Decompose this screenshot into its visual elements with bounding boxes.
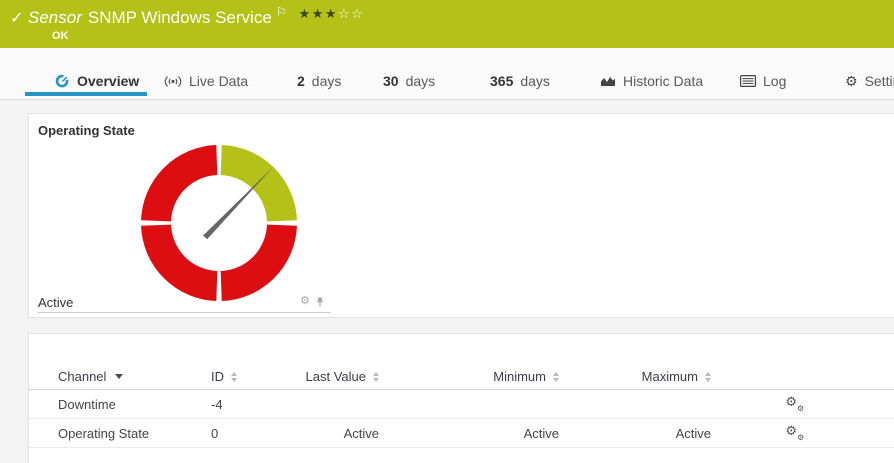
cell-id: -4	[211, 397, 274, 412]
operating-state-gauge	[139, 143, 299, 303]
status-check-icon: ✓	[10, 8, 23, 28]
gauge-icon	[55, 74, 70, 89]
tab-overview[interactable]: Overview	[55, 72, 139, 90]
stars-empty: ☆☆	[338, 6, 364, 21]
column-header-last-value-label: Last Value	[306, 369, 366, 384]
tab-overview-label: Overview	[77, 73, 139, 89]
cell-id: 0	[211, 426, 274, 441]
object-kind-label: Sensor	[28, 8, 82, 28]
tab-settings[interactable]: ⚙ Settings	[845, 72, 894, 90]
gauge-divider	[38, 312, 331, 313]
sensor-header: ✓ Sensor SNMP Windows Service ⚐ ★★★☆☆ OK	[0, 0, 894, 48]
active-tab-underline	[25, 92, 147, 96]
gauge-settings-icon[interactable]: ⚙	[300, 296, 310, 307]
tab-live-data-label: Live Data	[189, 73, 248, 89]
table-row-downtime[interactable]: Downtime -4 ⚙ ⚙	[29, 390, 894, 419]
tab-365-days-number: 365	[490, 73, 513, 89]
column-header-maximum[interactable]: Maximum	[559, 369, 711, 384]
sort-icon	[705, 372, 711, 382]
gear-icon: ⚙	[785, 395, 797, 408]
gauge-value-label: Active	[38, 295, 73, 310]
tab-2-days-label: days	[312, 73, 342, 89]
broadcast-icon	[164, 75, 182, 88]
column-header-last-value[interactable]: Last Value	[274, 369, 379, 384]
overview-gauge-panel: Operating State Active ⚙	[28, 113, 894, 318]
tab-log-label: Log	[763, 73, 786, 89]
table-header-row: Channel ID Last Value Minimum Maximum	[29, 364, 894, 390]
channels-table: Channel ID Last Value Minimum Maximum	[29, 364, 894, 448]
sort-desc-icon	[115, 374, 123, 379]
gear-icon: ⚙	[785, 424, 797, 437]
column-header-id[interactable]: ID	[211, 369, 274, 384]
column-header-maximum-label: Maximum	[642, 369, 698, 384]
log-list-icon	[740, 75, 756, 87]
sort-icon	[231, 372, 237, 382]
channels-panel: Channel ID Last Value Minimum Maximum	[28, 333, 894, 463]
cell-minimum: Active	[379, 426, 559, 441]
tab-365-days-label: days	[520, 73, 550, 89]
column-header-id-label: ID	[211, 369, 224, 384]
sensor-title-line: Sensor SNMP Windows Service ⚐ ★★★☆☆	[28, 8, 364, 28]
tab-2-days-number: 2	[297, 73, 305, 89]
column-header-channel[interactable]: Channel	[58, 369, 211, 384]
gauge-title: Operating State	[38, 123, 135, 138]
cell-channel: Operating State	[58, 426, 211, 441]
table-row-operating-state[interactable]: Operating State 0 Active Active Active ⚙…	[29, 419, 894, 448]
tab-2-days[interactable]: 2 days	[297, 72, 341, 90]
status-badge: OK	[52, 30, 69, 42]
tab-30-days-number: 30	[383, 73, 399, 89]
gear-icon: ⚙	[797, 434, 804, 442]
tab-30-days[interactable]: 30 days	[383, 72, 435, 90]
gear-icon: ⚙	[845, 73, 858, 90]
area-chart-icon	[600, 75, 616, 87]
pin-icon[interactable]	[315, 297, 325, 309]
cell-maximum: Active	[559, 426, 711, 441]
tab-historic-data-label: Historic Data	[623, 73, 703, 89]
column-header-minimum[interactable]: Minimum	[379, 369, 559, 384]
tab-settings-label: Settings	[865, 73, 894, 89]
cell-channel: Downtime	[58, 397, 211, 412]
tab-historic-data[interactable]: Historic Data	[600, 72, 703, 90]
cell-last-value: Active	[274, 426, 379, 441]
stars-filled: ★★★	[299, 6, 338, 21]
gear-icon: ⚙	[797, 405, 804, 413]
tab-log[interactable]: Log	[740, 72, 786, 90]
priority-stars[interactable]: ★★★☆☆	[299, 6, 365, 22]
column-header-channel-label: Channel	[58, 369, 106, 384]
tab-bar: Overview Live Data 2 days 30 days 365 da…	[0, 48, 894, 100]
tab-30-days-label: days	[406, 73, 436, 89]
page-title: SNMP Windows Service	[88, 8, 272, 28]
flag-icon[interactable]: ⚐	[276, 5, 287, 19]
column-header-minimum-label: Minimum	[493, 369, 546, 384]
tab-365-days[interactable]: 365 days	[490, 72, 550, 90]
tab-live-data[interactable]: Live Data	[164, 72, 248, 90]
